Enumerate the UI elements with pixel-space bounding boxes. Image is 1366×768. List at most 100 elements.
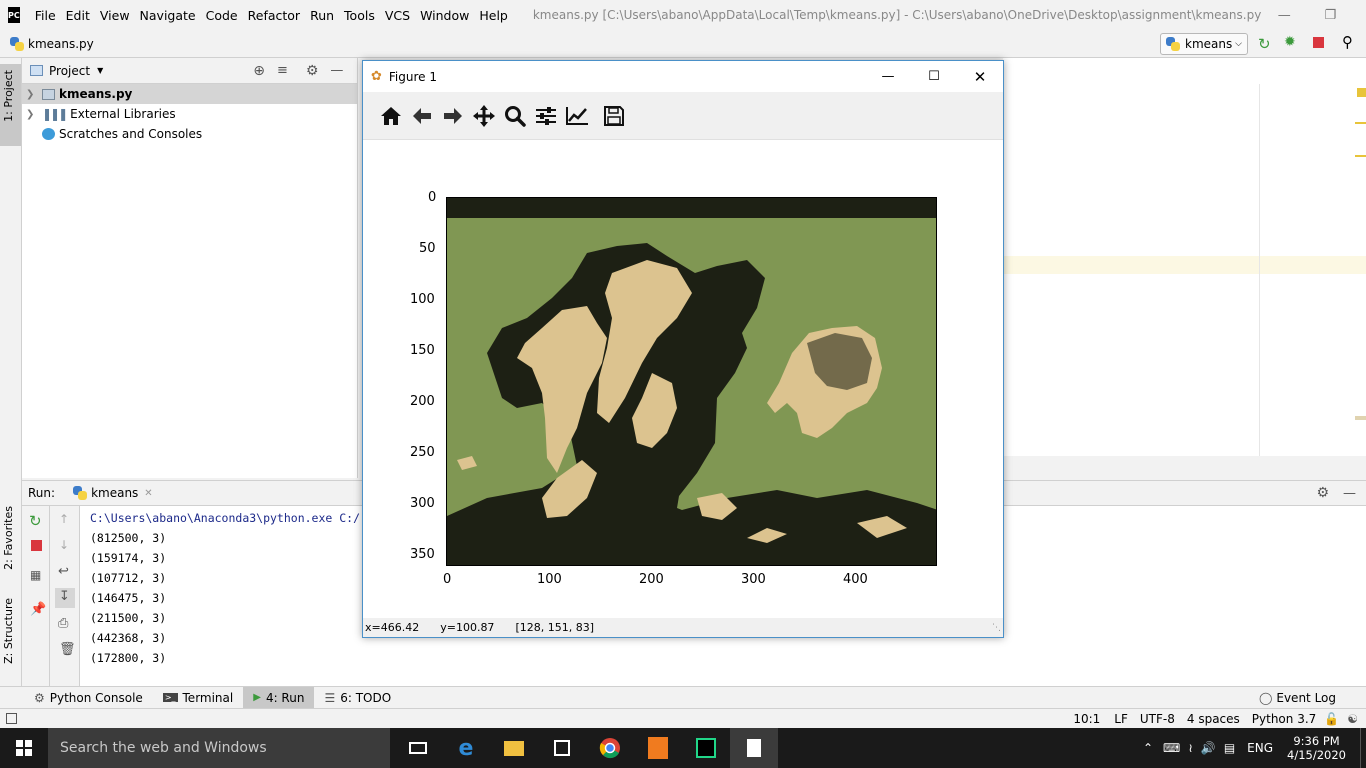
- menu-window[interactable]: Window: [415, 8, 474, 23]
- tab-project[interactable]: 1: Project: [2, 70, 15, 122]
- menu-run[interactable]: Run: [305, 8, 339, 23]
- taskbar-search[interactable]: Search the web and Windows: [48, 728, 390, 768]
- save-button[interactable]: [598, 99, 629, 133]
- action-center-icon[interactable]: ▤: [1224, 741, 1235, 755]
- tab-terminal[interactable]: >_ Terminal: [153, 687, 243, 709]
- volume-icon[interactable]: 🔊: [1201, 741, 1216, 755]
- tree-item-kmeans[interactable]: ❯ kmeans.py: [22, 84, 357, 104]
- project-view-dropdown[interactable]: Project: [49, 64, 90, 78]
- edge-icon[interactable]: e: [442, 728, 490, 768]
- image-axes[interactable]: [446, 197, 937, 566]
- chevron-up-icon[interactable]: ⌃: [1143, 741, 1153, 755]
- trash-icon[interactable]: 🗑: [59, 642, 76, 657]
- figure-title-bar[interactable]: ✿ Figure 1 — ☐ ✕: [363, 61, 1003, 92]
- layout-icon[interactable]: ▦: [30, 568, 41, 582]
- gear-icon[interactable]: ⚙: [306, 63, 319, 79]
- zoom-button[interactable]: [499, 99, 530, 133]
- chrome-icon[interactable]: [586, 728, 634, 768]
- show-desktop-button[interactable]: [1360, 728, 1366, 768]
- editor-area[interactable]: [1003, 58, 1366, 456]
- chevron-right-icon[interactable]: ❯: [26, 109, 42, 120]
- stop-icon[interactable]: [1313, 37, 1324, 48]
- menu-file[interactable]: File: [30, 8, 61, 23]
- chevron-down-icon[interactable]: ▼: [97, 66, 103, 75]
- figure-maximize-button[interactable]: ☐: [911, 61, 957, 92]
- menu-vcs[interactable]: VCS: [380, 8, 415, 23]
- menu-edit[interactable]: Edit: [61, 8, 95, 23]
- edit-axes-button[interactable]: [561, 99, 592, 133]
- menu-help[interactable]: Help: [474, 8, 513, 23]
- home-button[interactable]: [375, 99, 406, 133]
- forward-button[interactable]: [437, 99, 468, 133]
- pdf-app-icon[interactable]: [634, 728, 682, 768]
- file-explorer-icon[interactable]: [490, 728, 538, 768]
- menu-view[interactable]: View: [95, 8, 135, 23]
- caret-position[interactable]: 10:1: [1073, 712, 1100, 726]
- menu-tools[interactable]: Tools: [339, 8, 380, 23]
- indent-setting[interactable]: 4 spaces: [1187, 712, 1240, 726]
- collapse-icon[interactable]: ≡: [277, 63, 288, 78]
- rerun-icon[interactable]: ↻: [1258, 35, 1271, 53]
- close-button[interactable]: ✕: [1353, 0, 1366, 30]
- menu-code[interactable]: Code: [201, 8, 243, 23]
- tree-item-scratches[interactable]: Scratches and Consoles: [22, 124, 357, 144]
- figure-minimize-button[interactable]: —: [865, 61, 911, 92]
- tree-item-external-libraries[interactable]: ❯ ❚❚❚ External Libraries: [22, 104, 357, 124]
- python-console-icon: ⚙: [34, 690, 45, 705]
- soft-wrap-icon[interactable]: ↩: [58, 564, 69, 579]
- arrow-up-icon[interactable]: ↑: [59, 512, 69, 526]
- store-icon[interactable]: [538, 728, 586, 768]
- rerun-icon[interactable]: ↻: [29, 512, 42, 530]
- hide-icon[interactable]: —: [1343, 486, 1356, 501]
- chevron-right-icon[interactable]: ❯: [26, 89, 42, 100]
- ime-icon[interactable]: ⌨: [1163, 741, 1180, 755]
- figure-canvas[interactable]: 0 50 100 150 200 250 300 350 0 100 200 3…: [363, 140, 1003, 618]
- tab-run[interactable]: ▶ 4: Run: [243, 686, 315, 709]
- python-file-icon: [10, 36, 24, 51]
- x-tick-label: 200: [639, 572, 664, 587]
- tab-event-log[interactable]: ◯ Event Log: [1249, 687, 1346, 709]
- breadcrumb[interactable]: kmeans.py: [10, 36, 94, 51]
- arrow-down-icon[interactable]: ↓: [59, 538, 69, 552]
- debug-icon[interactable]: ✹: [1284, 34, 1296, 50]
- pan-button[interactable]: [468, 99, 499, 133]
- tab-structure[interactable]: Z: Structure: [2, 598, 15, 664]
- run-tab-kmeans[interactable]: kmeans: [91, 486, 138, 500]
- close-tab-icon[interactable]: ✕: [144, 488, 152, 499]
- python-interpreter[interactable]: Python 3.7: [1252, 712, 1317, 726]
- search-icon[interactable]: ⚲: [1342, 33, 1353, 51]
- menu-refactor[interactable]: Refactor: [243, 8, 305, 23]
- print-icon[interactable]: ⎙: [58, 616, 68, 631]
- notifications-icon[interactable]: ☯: [1347, 712, 1358, 726]
- restore-button[interactable]: ❐: [1307, 0, 1353, 30]
- tab-python-console[interactable]: ⚙ Python Console: [24, 687, 153, 709]
- resize-grip-icon[interactable]: ⋱: [992, 623, 1001, 633]
- layout-toggle-icon[interactable]: [6, 713, 17, 724]
- clock[interactable]: 9:36 PM 4/15/2020: [1287, 734, 1346, 762]
- locate-icon[interactable]: ⊕: [253, 63, 265, 79]
- hide-icon[interactable]: —: [330, 63, 343, 78]
- wifi-icon[interactable]: ≀: [1188, 741, 1193, 755]
- pycharm-taskbar-icon[interactable]: [682, 728, 730, 768]
- notepad-icon[interactable]: [730, 728, 778, 768]
- gear-icon[interactable]: ⚙: [1316, 485, 1329, 501]
- editor-bottom-area: [1003, 456, 1366, 480]
- menu-navigate[interactable]: Navigate: [135, 8, 201, 23]
- configure-subplots-button[interactable]: [530, 99, 561, 133]
- figure-window[interactable]: ✿ Figure 1 — ☐ ✕ 0 50 100 150 200 250 30…: [362, 60, 1004, 638]
- file-encoding[interactable]: UTF-8: [1140, 712, 1175, 726]
- pin-icon[interactable]: 📌: [30, 602, 46, 617]
- task-view-icon[interactable]: [394, 728, 442, 768]
- scroll-to-end-button[interactable]: ↧: [55, 588, 75, 608]
- minimize-button[interactable]: —: [1261, 0, 1307, 30]
- line-separator[interactable]: LF: [1114, 712, 1128, 726]
- windows-start-icon[interactable]: [0, 728, 48, 768]
- stop-icon[interactable]: [31, 540, 42, 551]
- figure-close-button[interactable]: ✕: [957, 61, 1003, 92]
- language-indicator[interactable]: ENG: [1247, 741, 1273, 755]
- tab-todo[interactable]: ☰ 6: TODO: [314, 687, 401, 709]
- tab-favorites[interactable]: 2: Favorites: [2, 506, 15, 570]
- back-button[interactable]: [406, 99, 437, 133]
- run-config-selector[interactable]: kmeans ⌵: [1160, 33, 1248, 55]
- lock-icon[interactable]: 🔓: [1324, 712, 1339, 726]
